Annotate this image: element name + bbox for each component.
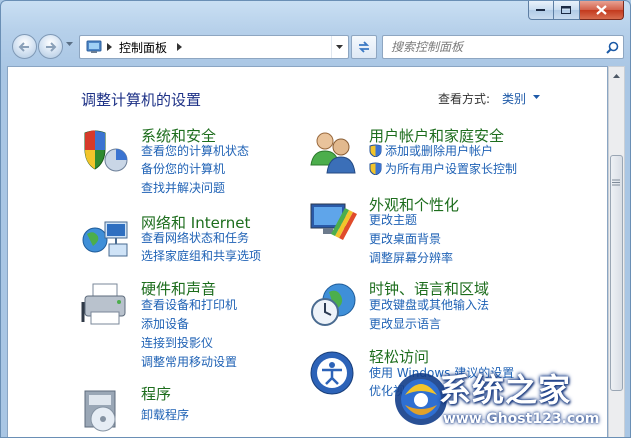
breadcrumb-control-panel[interactable]: 控制面板: [119, 39, 167, 56]
watermark-title: 系统之家: [439, 371, 572, 409]
back-arrow-icon: [18, 41, 29, 52]
link-change-theme[interactable]: 更改主题: [369, 211, 417, 228]
ease-of-access-icon[interactable]: [309, 350, 359, 396]
programs-icon[interactable]: [81, 387, 131, 433]
search-box[interactable]: [382, 35, 624, 59]
link-keyboard-input[interactable]: 更改键盘或其他输入法: [369, 296, 489, 313]
minimize-icon: [536, 9, 545, 11]
close-button[interactable]: [580, 1, 624, 20]
view-by-label: 查看方式:: [438, 92, 491, 106]
link-view-computer-status[interactable]: 查看您的计算机状态: [141, 142, 249, 159]
uac-shield-icon: [369, 144, 382, 157]
maximize-icon: [561, 5, 571, 14]
printer-icon[interactable]: [81, 282, 131, 328]
breadcrumb-separator-icon: [107, 43, 112, 51]
link-devices-printers[interactable]: 查看设备和打印机: [141, 296, 237, 313]
refresh-icon: [358, 41, 370, 53]
maximize-button[interactable]: [554, 1, 580, 20]
link-network-status[interactable]: 查看网络状态和任务: [141, 229, 249, 246]
scroll-up-button[interactable]: [609, 67, 624, 84]
search-icon: [605, 41, 618, 54]
navigation-bar: 控制面板: [7, 31, 624, 61]
link-mobility-settings[interactable]: 调整常用移动设置: [141, 353, 237, 370]
forward-button[interactable]: [38, 34, 63, 59]
watermark: 系统之家 www.Ghost123.com: [391, 361, 627, 437]
link-text[interactable]: 为所有用户设置家长控制: [385, 162, 517, 176]
address-dropdown-button[interactable]: [331, 36, 348, 58]
forward-arrow-icon: [46, 41, 57, 52]
refresh-button[interactable]: [351, 35, 377, 59]
search-button[interactable]: [601, 41, 623, 54]
minimize-button[interactable]: [528, 1, 554, 20]
view-by-dropdown[interactable]: 类别: [502, 90, 526, 107]
link-display-language[interactable]: 更改显示语言: [369, 315, 441, 332]
network-globe-icon[interactable]: [81, 216, 131, 262]
scroll-thumb[interactable]: [610, 155, 623, 391]
caption-buttons: [528, 1, 624, 20]
close-icon: [596, 5, 607, 15]
control-panel-icon: [86, 40, 102, 53]
window-frame: 控制面板 调整计算机的设置 查看方式: 类别: [0, 0, 631, 438]
chevron-down-icon: [336, 44, 343, 49]
link-connect-projector[interactable]: 连接到投影仪: [141, 334, 213, 351]
link-screen-resolution[interactable]: 调整屏幕分辨率: [369, 249, 453, 266]
link-homegroup-sharing[interactable]: 选择家庭组和共享选项: [141, 247, 261, 264]
back-button[interactable]: [12, 34, 37, 59]
search-input[interactable]: [383, 37, 601, 57]
link-text[interactable]: 添加或删除用户帐户: [385, 144, 493, 158]
category-title[interactable]: 程序: [141, 383, 171, 404]
link-add-device[interactable]: 添加设备: [141, 315, 189, 332]
recent-pages-dropdown-icon[interactable]: [66, 42, 74, 47]
link-add-remove-accounts[interactable]: 添加或删除用户帐户: [369, 142, 493, 159]
uac-shield-icon: [369, 162, 382, 175]
watermark-url: www.Ghost123.com: [443, 411, 600, 427]
breadcrumb-separator-icon[interactable]: [177, 43, 183, 51]
shield-pie-icon[interactable]: [81, 129, 131, 175]
link-troubleshoot[interactable]: 查找并解决问题: [141, 179, 225, 196]
link-parental-controls[interactable]: 为所有用户设置家长控制: [369, 160, 517, 177]
users-icon[interactable]: [309, 129, 359, 175]
chevron-down-icon[interactable]: [533, 95, 541, 100]
scroll-up-icon: [613, 73, 620, 78]
scroll-grip-icon: [612, 179, 620, 186]
link-uninstall-program[interactable]: 卸载程序: [141, 406, 189, 423]
link-backup-computer[interactable]: 备份您的计算机: [141, 160, 225, 177]
monitor-palette-icon[interactable]: [309, 198, 359, 244]
link-desktop-background[interactable]: 更改桌面背景: [369, 230, 441, 247]
address-bar[interactable]: 控制面板: [79, 35, 349, 59]
page-title: 调整计算机的设置: [81, 91, 202, 109]
clock-globe-icon[interactable]: [309, 282, 359, 328]
